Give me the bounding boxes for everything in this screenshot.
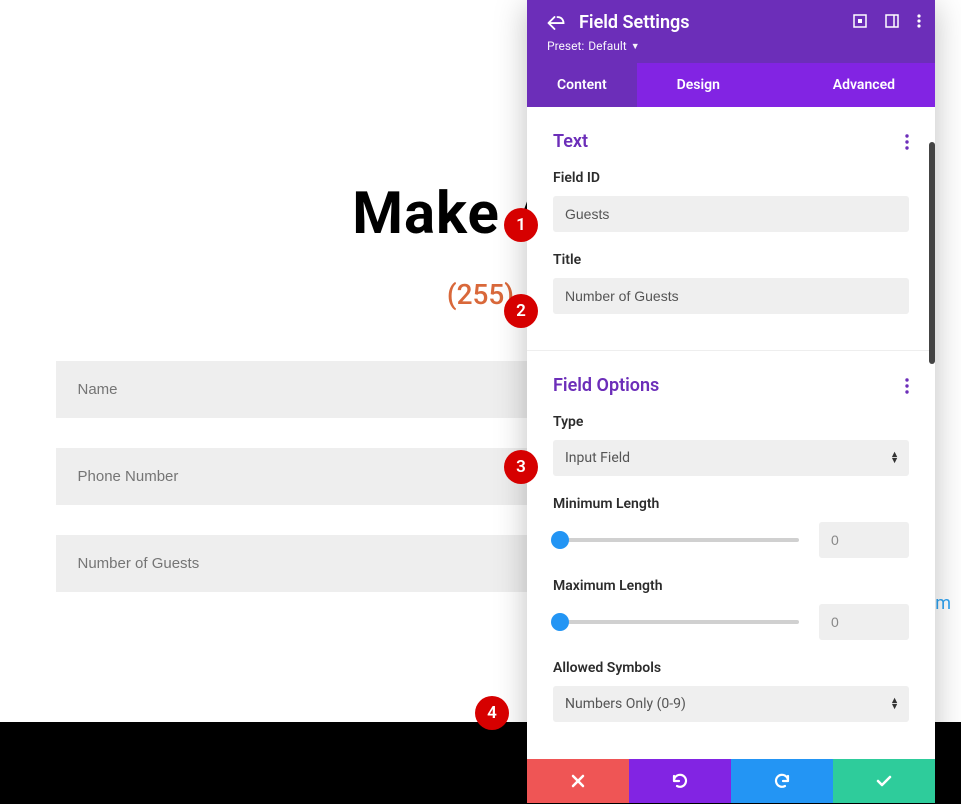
title-input[interactable] xyxy=(553,278,909,314)
max-length-label: Maximum Length xyxy=(553,578,909,594)
max-length-value[interactable] xyxy=(819,604,909,640)
type-label: Type xyxy=(553,414,909,430)
title-label: Title xyxy=(553,252,909,268)
undo-button[interactable] xyxy=(629,759,731,803)
dock-icon[interactable] xyxy=(885,14,899,28)
redo-icon xyxy=(773,773,791,789)
section-kebab-icon[interactable] xyxy=(905,378,909,394)
allowed-symbols-select[interactable]: Numbers Only (0-9) xyxy=(553,686,909,722)
kebab-menu-icon[interactable] xyxy=(917,14,921,28)
expand-icon[interactable] xyxy=(853,14,867,28)
slider-thumb[interactable] xyxy=(551,613,569,631)
type-select[interactable]: Input Field xyxy=(553,440,909,476)
confirm-button[interactable] xyxy=(833,759,935,803)
back-icon[interactable] xyxy=(547,15,565,31)
panel-header: Field Settings Preset: Default ▼ xyxy=(527,0,935,63)
annotation-badge-1: 1 xyxy=(504,208,538,242)
min-length-value[interactable] xyxy=(819,522,909,558)
undo-icon xyxy=(671,773,689,789)
annotation-badge-4: 4 xyxy=(475,696,509,730)
scrollbar[interactable] xyxy=(929,142,935,364)
panel-body[interactable]: Text Field ID Title Field Options xyxy=(527,107,935,759)
preset-prefix: Preset: xyxy=(547,39,584,53)
check-icon xyxy=(876,775,892,787)
panel-tabs: Content Design Advanced xyxy=(527,63,935,107)
tab-design[interactable]: Design xyxy=(637,63,803,107)
preset-value: Default xyxy=(588,39,626,53)
min-length-slider[interactable] xyxy=(553,538,799,542)
tab-advanced[interactable]: Advanced xyxy=(803,63,935,107)
max-length-slider[interactable] xyxy=(553,620,799,624)
slider-thumb[interactable] xyxy=(551,531,569,549)
field-id-input[interactable] xyxy=(553,196,909,232)
allowed-symbols-label: Allowed Symbols xyxy=(553,660,909,676)
field-id-label: Field ID xyxy=(553,170,909,186)
min-length-label: Minimum Length xyxy=(553,496,909,512)
annotation-badge-3: 3 xyxy=(504,450,538,484)
panel-footer xyxy=(527,759,935,803)
annotation-badge-2: 2 xyxy=(504,294,538,328)
section-title-field-options: Field Options xyxy=(553,375,659,396)
tab-content[interactable]: Content xyxy=(527,63,637,107)
redo-button[interactable] xyxy=(731,759,833,803)
section-field-options: Field Options Type Input Field ▲▼ Minimu… xyxy=(527,351,935,748)
chevron-down-icon: ▼ xyxy=(631,41,640,52)
section-text: Text Field ID Title xyxy=(527,107,935,340)
preset-selector[interactable]: Preset: Default ▼ xyxy=(547,39,915,53)
field-settings-panel: Field Settings Preset: Default ▼ Content… xyxy=(527,0,935,803)
cancel-button[interactable] xyxy=(527,759,629,803)
close-icon xyxy=(571,774,585,788)
section-title-text: Text xyxy=(553,131,588,152)
panel-title: Field Settings xyxy=(579,12,690,33)
section-kebab-icon[interactable] xyxy=(905,134,909,150)
